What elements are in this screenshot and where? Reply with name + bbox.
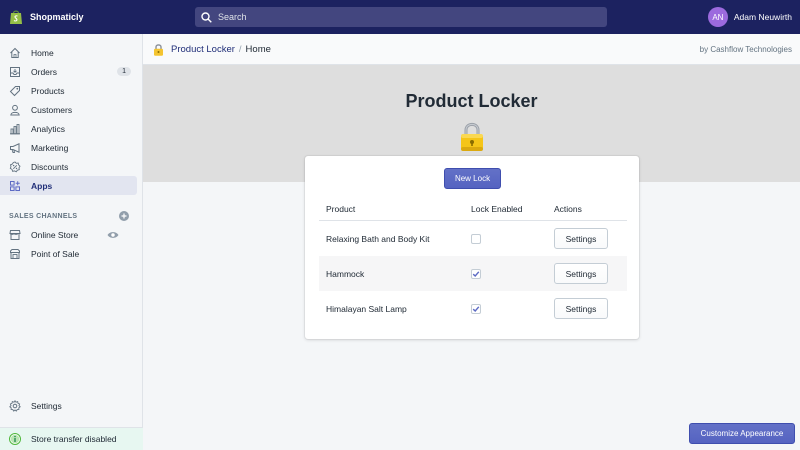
sidebar-item-discounts[interactable]: Discounts <box>0 157 137 176</box>
column-header: Lock Enabled <box>471 204 523 214</box>
search-icon <box>201 11 212 23</box>
locks-table: Product Lock Enabled Actions Relaxing Ba… <box>319 198 627 326</box>
tag-icon <box>9 85 20 96</box>
breadcrumb-app-link[interactable]: Product Locker <box>171 44 235 55</box>
sidebar-item-label: Customers <box>31 104 73 115</box>
table-row: Himalayan Salt Lamp Settings <box>319 291 627 326</box>
apps-icon <box>10 180 20 191</box>
search-input[interactable] <box>218 12 598 22</box>
breadcrumb-separator: / <box>238 43 242 55</box>
sidebar-item-customers[interactable]: Customers <box>0 100 137 119</box>
checkmark-icon <box>472 270 480 277</box>
bar-chart-icon <box>10 123 20 134</box>
sidebar-item-label: Apps <box>31 180 53 191</box>
lock-enabled-cell <box>471 233 554 244</box>
info-icon <box>9 433 21 445</box>
top-bar: Shopmaticly AN Adam Neuwirth <box>0 0 800 34</box>
store-transfer-label: Store transfer disabled <box>31 434 117 444</box>
gear-icon <box>9 399 21 412</box>
lock-enabled-cell <box>471 303 554 314</box>
discount-icon <box>9 160 21 172</box>
locks-card: New Lock Product Lock Enabled Actions Re… <box>305 156 639 339</box>
actions-cell: Settings <box>554 298 627 319</box>
sidebar-item-label: Discounts <box>31 161 69 172</box>
orders-count-badge: 1 <box>117 67 131 76</box>
add-channel-icon[interactable] <box>119 211 129 221</box>
user-name: Adam Neuwirth <box>733 12 792 22</box>
avatar: AN <box>707 7 728 27</box>
sales-channels-heading: SALES CHANNELS <box>0 207 142 225</box>
lock-enabled-cell <box>471 268 554 279</box>
sidebar-item-marketing[interactable]: Marketing <box>0 138 137 157</box>
lock-enabled-checkbox[interactable] <box>471 233 481 244</box>
sidebar-item-label: Settings <box>31 400 62 411</box>
table-header: Product Lock Enabled Actions <box>319 198 627 221</box>
sidebar-item-label: Point of Sale <box>31 248 80 259</box>
store-name: Shopmaticly <box>30 12 84 22</box>
sidebar: Home Orders 1 Products Customers Analyti… <box>0 34 143 450</box>
actions-cell: Settings <box>554 263 627 284</box>
search-bar[interactable] <box>195 7 607 27</box>
padlock-icon <box>154 43 163 56</box>
product-name: Relaxing Bath and Body Kit <box>326 233 430 244</box>
orders-icon <box>10 66 20 77</box>
vendor-credit: by Cashflow Technologies <box>699 44 792 54</box>
actions-cell: Settings <box>554 228 627 249</box>
eye-icon[interactable] <box>107 229 119 241</box>
sidebar-item-label: Products <box>31 85 65 96</box>
store-transfer-banner[interactable]: Store transfer disabled <box>0 427 143 450</box>
person-icon <box>10 104 20 115</box>
sidebar-item-orders[interactable]: Orders 1 <box>0 62 137 81</box>
sidebar-item-apps[interactable]: Apps <box>0 176 137 195</box>
pos-icon <box>10 248 20 259</box>
sidebar-item-label: Online Store <box>31 229 79 240</box>
customize-appearance-button[interactable]: Customize Appearance <box>689 423 795 444</box>
product-name: Himalayan Salt Lamp <box>326 303 407 314</box>
sidebar-item-label: Home <box>31 47 54 58</box>
shopify-bag-icon <box>10 10 22 24</box>
megaphone-icon <box>10 142 20 153</box>
lock-enabled-checkbox[interactable] <box>471 268 481 279</box>
column-header: Actions <box>554 204 582 214</box>
sidebar-item-point-of-sale[interactable]: Point of Sale <box>0 244 137 263</box>
sidebar-item-analytics[interactable]: Analytics <box>0 119 137 138</box>
settings-button[interactable]: Settings <box>554 298 608 319</box>
settings-button[interactable]: Settings <box>554 228 608 249</box>
lock-enabled-checkbox[interactable] <box>471 303 481 314</box>
product-name: Hammock <box>326 268 365 279</box>
breadcrumb-current-page: Home <box>245 43 271 55</box>
user-menu[interactable]: AN Adam Neuwirth <box>707 7 792 27</box>
table-row: Hammock Settings <box>319 256 627 291</box>
store-brand[interactable]: Shopmaticly <box>0 9 143 25</box>
checkmark-icon <box>472 305 480 312</box>
column-header: Product <box>326 204 356 214</box>
table-row: Relaxing Bath and Body Kit Settings <box>319 221 627 256</box>
sidebar-item-label: Marketing <box>31 142 69 153</box>
sidebar-item-home[interactable]: Home <box>0 43 137 62</box>
sidebar-item-label: Orders <box>31 66 57 77</box>
sidebar-item-settings[interactable]: Settings <box>0 396 138 415</box>
breadcrumb: Product Locker / Home by Cashflow Techno… <box>143 34 800 65</box>
sidebar-item-label: Analytics <box>31 123 66 134</box>
settings-button[interactable]: Settings <box>554 263 608 284</box>
section-label: SALES CHANNELS <box>9 212 78 220</box>
store-icon <box>9 229 21 240</box>
page-title: Product Locker <box>405 91 538 111</box>
sidebar-item-online-store[interactable]: Online Store <box>0 225 137 244</box>
home-icon <box>10 47 20 58</box>
padlock-icon <box>461 122 483 151</box>
sidebar-item-products[interactable]: Products <box>0 81 137 100</box>
new-lock-button[interactable]: New Lock <box>444 168 501 189</box>
